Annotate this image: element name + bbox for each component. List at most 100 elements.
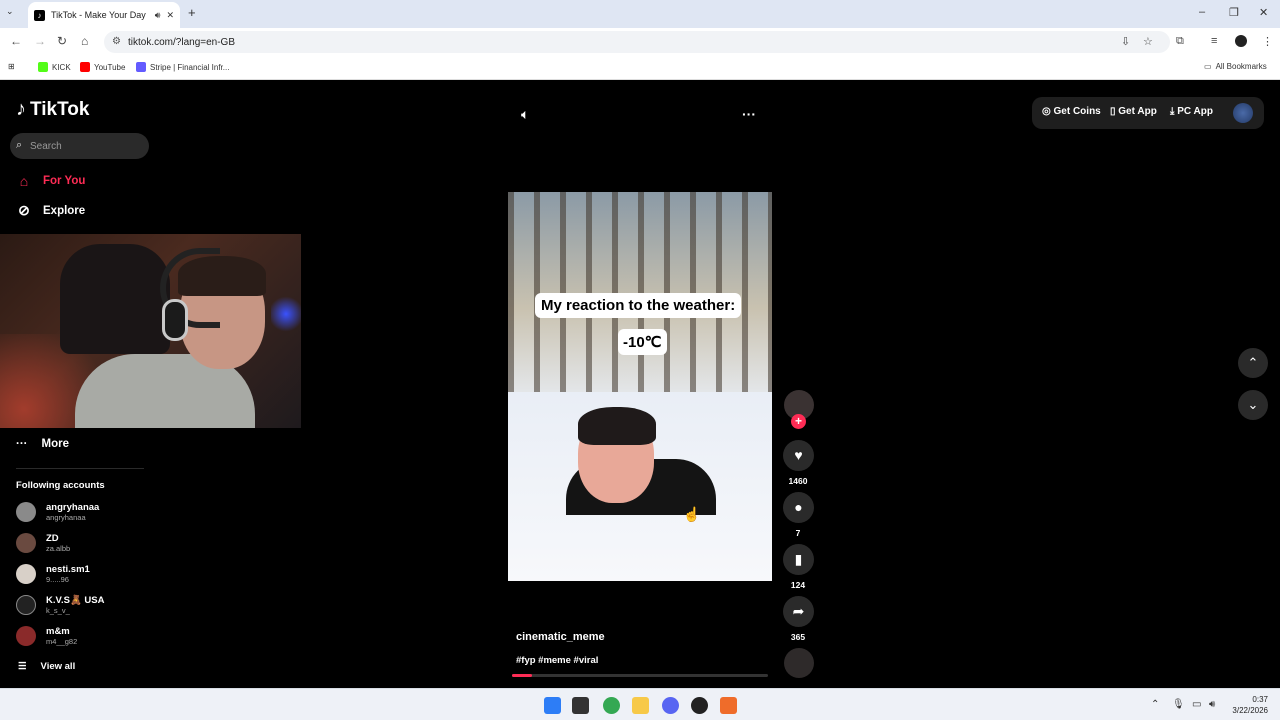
following-account[interactable]: ZD za.albb	[16, 533, 70, 553]
save-button[interactable]: ▮	[783, 544, 814, 575]
person-hair	[578, 407, 656, 445]
get-app-label: Get App	[1118, 106, 1157, 117]
header-actions: ◎ Get Coins ▯ Get App ⤓ PC App	[1032, 97, 1264, 129]
account-handle: angryhanaa	[46, 513, 86, 522]
volume-icon[interactable]: 🔈︎	[521, 106, 529, 123]
pc-app-button[interactable]: ⤓ PC App	[1170, 106, 1213, 117]
following-accounts-title: Following accounts	[16, 480, 105, 491]
profile-avatar[interactable]	[1233, 103, 1253, 123]
bookmark-kick[interactable]: KICK	[38, 62, 71, 72]
menu-kebab-icon[interactable]: ⋮	[1262, 35, 1273, 48]
sound-disc[interactable]	[784, 648, 814, 678]
all-bookmarks-label: All Bookmarks	[1215, 62, 1267, 71]
bookmarks-bar: ⊞ KICK YouTube Stripe | Financial Infr..…	[0, 56, 1280, 80]
new-tab-icon[interactable]: +	[188, 5, 196, 20]
kick-icon	[38, 62, 48, 72]
avatar	[16, 564, 36, 584]
tab-search-icon[interactable]: ⌄	[6, 6, 14, 17]
nav-more[interactable]: ··· More	[16, 438, 69, 450]
microphone-icon[interactable]: 🎙︎	[1172, 699, 1185, 710]
following-account[interactable]: K.V.S🧸 USA k_s_v_	[16, 595, 104, 615]
system-clock[interactable]: 0:37 3/22/2026	[1226, 694, 1268, 716]
following-account[interactable]: m&m m4__g82	[16, 626, 77, 646]
tray-chevron-up-icon[interactable]: ⌃	[1151, 699, 1159, 710]
video-player[interactable]: My reaction to the weather: -10℃	[508, 192, 772, 581]
account-name: K.V.S🧸 USA	[46, 595, 105, 606]
like-button[interactable]: ♥	[783, 440, 814, 471]
close-window-icon[interactable]: ✕	[1259, 6, 1268, 19]
chevron-down-icon: ⌄	[1247, 397, 1259, 412]
browser-tab[interactable]: ♪ TikTok - Make Your Day 🔊︎ ✕	[28, 2, 180, 28]
task-view-icon[interactable]	[572, 697, 589, 714]
address-bar[interactable]: ⚙ tiktok.com/?lang=en-GB	[104, 31, 1170, 53]
bookmark-label: YouTube	[94, 62, 126, 72]
reading-list-icon[interactable]: ≡	[1211, 35, 1217, 47]
share-button[interactable]: ➦	[783, 596, 814, 627]
nav-label: Explore	[43, 204, 86, 217]
home-icon[interactable]: ⌂	[81, 34, 88, 48]
tiktok-note-icon: ♪	[16, 98, 26, 120]
back-icon[interactable]: ←	[10, 34, 22, 48]
more-options-icon[interactable]: ···	[742, 106, 756, 122]
restore-icon[interactable]: ❐	[1229, 6, 1239, 19]
network-icon[interactable]: ▭	[1192, 699, 1201, 710]
get-coins-button[interactable]: ◎ Get Coins	[1042, 106, 1101, 117]
save-count: 124	[790, 580, 806, 590]
account-handle: za.albb	[46, 544, 71, 553]
like-count: 1460	[788, 476, 808, 486]
all-bookmarks[interactable]: ▭ All Bookmarks	[1204, 62, 1267, 71]
minimize-icon[interactable]: –	[1199, 6, 1205, 18]
close-tab-icon[interactable]: ✕	[166, 10, 174, 21]
account-name: angryhanaa	[46, 502, 100, 513]
bookmark-youtube[interactable]: YouTube	[80, 62, 125, 72]
heart-icon: ♥	[794, 447, 803, 463]
get-coins-label: Get Coins	[1053, 106, 1101, 117]
discord-icon[interactable]	[662, 697, 679, 714]
windows-start-icon[interactable]	[544, 697, 561, 714]
meme-person	[566, 407, 716, 515]
pc-app-label: PC App	[1177, 106, 1213, 117]
chrome-icon[interactable]	[603, 697, 620, 714]
get-app-button[interactable]: ▯ Get App	[1110, 106, 1157, 117]
next-video-button[interactable]: ⌄	[1238, 390, 1268, 420]
previous-video-button[interactable]: ⌃	[1238, 348, 1268, 378]
video-author[interactable]: cinematic_meme	[516, 631, 605, 643]
video-progress-bar[interactable]	[512, 674, 768, 677]
url-text: tiktok.com/?lang=en-GB	[128, 36, 235, 48]
bookmark-stripe[interactable]: Stripe | Financial Infr...	[136, 62, 229, 72]
profile-avatar-icon[interactable]	[1235, 35, 1247, 47]
account-handle: 9.....96	[46, 575, 69, 584]
app-icon[interactable]	[720, 697, 737, 714]
following-account[interactable]: nesti.sm1 9.....96	[16, 564, 90, 584]
search-input[interactable]: ⌕ Search	[10, 133, 149, 159]
account-handle: k_s_v_	[46, 606, 70, 615]
site-info-icon[interactable]: ⚙	[112, 36, 121, 47]
tab-title: TikTok - Make Your Day	[51, 10, 146, 20]
nav-label: For You	[43, 175, 86, 187]
headset-earcup	[162, 299, 188, 341]
follow-plus-icon[interactable]: +	[791, 414, 806, 429]
file-explorer-icon[interactable]	[632, 697, 649, 714]
nav-for-you[interactable]: ⌂ For You	[16, 173, 86, 189]
avatar	[16, 595, 36, 615]
forward-icon[interactable]: →	[34, 34, 46, 48]
speaker-icon[interactable]: 🔊︎	[1209, 699, 1215, 710]
gaming-chair	[60, 244, 170, 354]
tiktok-logo[interactable]: ♪ TikTok	[16, 98, 89, 121]
nav-explore[interactable]: ⊘ Explore	[16, 202, 85, 219]
following-account[interactable]: angryhanaa angryhanaa	[16, 502, 99, 522]
install-app-icon[interactable]: ⇩	[1121, 35, 1130, 48]
comment-button[interactable]: ●	[783, 492, 814, 523]
account-name: ZD	[46, 533, 59, 544]
extensions-icon[interactable]: ⧉	[1176, 35, 1184, 48]
webcam-overlay	[0, 234, 301, 428]
reload-icon[interactable]: ↻	[57, 34, 67, 48]
apps-grid-icon[interactable]: ⊞	[8, 62, 15, 71]
obs-icon[interactable]	[691, 697, 708, 714]
comment-icon: ●	[794, 499, 803, 515]
video-hashtags[interactable]: #fyp #meme #viral	[516, 655, 598, 666]
audio-playing-icon[interactable]: 🔊︎	[155, 10, 161, 21]
view-all-link[interactable]: ☰ View all	[18, 661, 75, 672]
video-temperature: -10℃	[618, 329, 667, 355]
bookmark-star-icon[interactable]: ☆	[1143, 35, 1153, 48]
